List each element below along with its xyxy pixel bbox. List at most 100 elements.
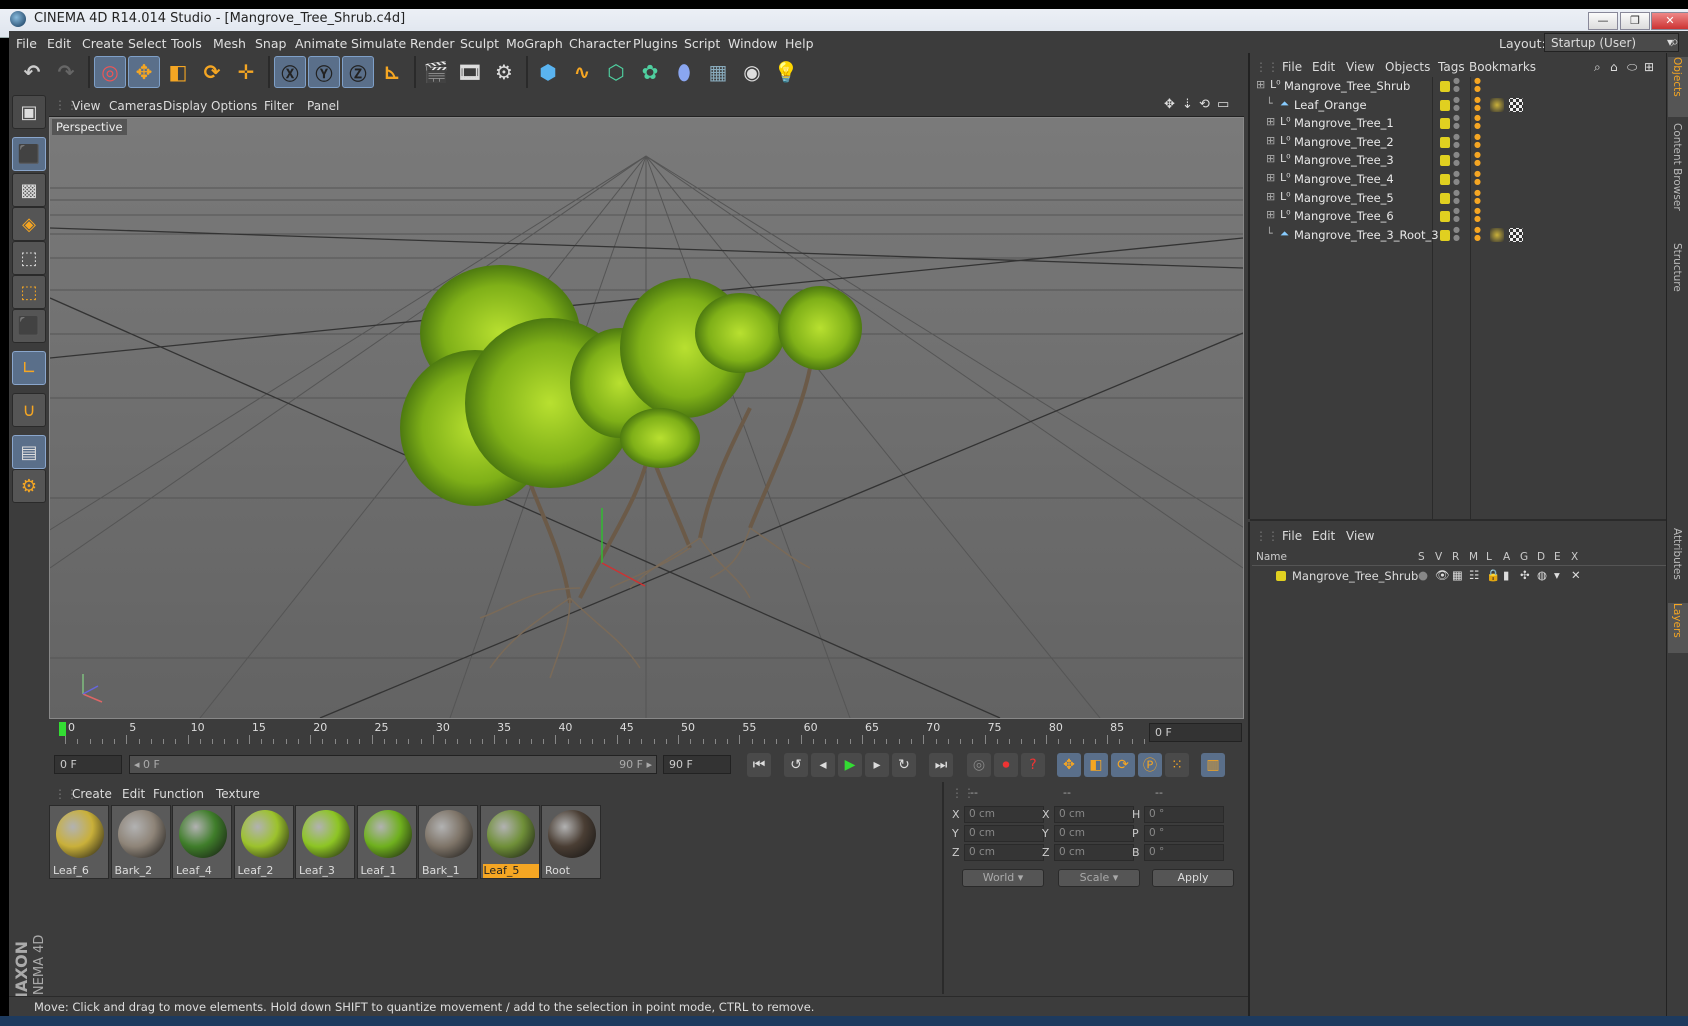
coord-value-field[interactable]: 0 cm — [964, 825, 1044, 842]
timeline-window-icon[interactable]: ▥ — [1201, 753, 1225, 777]
layer-color-indicator[interactable] — [1440, 192, 1450, 204]
coord-value-field[interactable]: 0 ° — [1144, 844, 1224, 861]
undo-icon[interactable]: ↶ — [16, 56, 48, 88]
material-menu-edit[interactable]: Edit — [122, 787, 145, 801]
viewport-maximize-icon[interactable]: ▭ — [1217, 97, 1229, 112]
object-menu-view[interactable]: View — [1346, 60, 1374, 74]
menu-simulate[interactable]: Simulate — [351, 36, 406, 51]
layer-xref-icon[interactable]: ✕ — [1571, 568, 1581, 582]
nurbs-icon[interactable]: ⬡ — [600, 56, 632, 88]
layer-color-indicator[interactable] — [1440, 99, 1450, 111]
material-swatch[interactable]: Leaf_1 — [356, 805, 417, 879]
display-tag-icon[interactable]: ● ● — [1474, 188, 1481, 205]
workplane-mode-icon[interactable]: ◈ — [12, 207, 46, 241]
coord-space-dropdown[interactable]: World ▾ — [962, 869, 1044, 887]
material-swatch[interactable]: Root — [541, 805, 601, 879]
object-row[interactable]: ⊞ L⁰ Mangrove_Tree_6 ● ● ● ● — [1252, 207, 1666, 226]
layer-color-indicator[interactable] — [1440, 229, 1450, 241]
points-mode-icon[interactable]: ⬚ — [12, 241, 46, 275]
keyframe-selection-icon[interactable]: ? — [1021, 753, 1045, 777]
object-row[interactable]: ⊞ L⁰ Mangrove_Tree_3 ● ● ● ● — [1252, 151, 1666, 170]
sculpt-grab-icon[interactable]: ⚙ — [12, 469, 46, 503]
layout-dropdown[interactable]: Startup (User) ▾ — [1544, 33, 1679, 52]
object-menu-file[interactable]: File — [1282, 60, 1302, 74]
play-icon[interactable]: ▶ — [838, 753, 862, 777]
expand-icon[interactable]: ⊞ — [1266, 152, 1275, 165]
layer-deformers-icon[interactable]: ◍ — [1537, 568, 1547, 582]
expand-icon[interactable]: ⊞ — [1266, 171, 1275, 184]
display-tag-icon[interactable]: ● ● — [1474, 151, 1481, 167]
viewport-pan-icon[interactable]: ✥ — [1164, 97, 1175, 112]
visibility-dots-icon[interactable]: ● ● — [1453, 151, 1460, 167]
key-rotation-icon[interactable]: ⟳ — [1111, 753, 1135, 777]
menu-animate[interactable]: Animate — [295, 36, 347, 51]
visibility-dots-icon[interactable]: ● ● — [1453, 95, 1460, 112]
array-icon[interactable]: ✿ — [634, 56, 666, 88]
layer-render-icon[interactable]: ▦ — [1452, 568, 1463, 582]
viewport-menu-panel[interactable]: Panel — [307, 99, 339, 113]
coordinate-system-icon[interactable]: ⊾ — [376, 56, 408, 88]
layer-row[interactable]: Mangrove_Tree_Shrub ● 👁 ▦ ☷ 🔒 ▮ ✣ ◍ ▾ ✕ — [1252, 567, 1666, 585]
live-selection-icon[interactable]: ◎ — [94, 56, 126, 88]
object-row[interactable]: └ ⏶ Mangrove_Tree_3_Root_3 ● ● ● ● — [1252, 225, 1666, 245]
layer-generators-icon[interactable]: ✣ — [1520, 568, 1530, 582]
visibility-dots-icon[interactable]: ● ● — [1453, 132, 1460, 149]
menu-tools[interactable]: Tools — [171, 36, 202, 51]
menu-edit[interactable]: Edit — [47, 36, 71, 51]
material-swatch[interactable]: Leaf_6 — [49, 805, 109, 879]
object-row[interactable]: ⊞ L⁰ Mangrove_Tree_1 ● ● ● ● — [1252, 114, 1666, 133]
y-axis-lock-icon[interactable]: Ⓨ — [308, 56, 340, 88]
material-menu-create[interactable]: Create — [72, 787, 112, 801]
recent-tool-icon[interactable]: ✛ — [230, 56, 262, 88]
layer-color-indicator[interactable] — [1440, 174, 1450, 185]
coord-value-field[interactable]: 0 ° — [1144, 806, 1224, 823]
material-menu-function[interactable]: Function — [153, 787, 204, 801]
coord-mode-dropdown[interactable]: Scale ▾ — [1058, 869, 1140, 887]
object-menu-bookmarks[interactable]: Bookmarks — [1469, 60, 1536, 74]
timeline-ruler[interactable]: 051015202530354045505560657075808590 0 F — [49, 720, 1244, 748]
object-menu-objects[interactable]: Objects — [1385, 60, 1430, 74]
menu-script[interactable]: Script — [684, 36, 720, 51]
material-swatch[interactable]: Leaf_4 — [172, 805, 232, 879]
tab-layers[interactable]: Layers — [1668, 603, 1688, 653]
texture-mode-icon[interactable]: ▩ — [12, 173, 46, 207]
go-to-previous-key-icon[interactable]: ↺ — [784, 753, 808, 777]
max-frame-field[interactable]: 90 F — [663, 755, 731, 774]
object-menu-edit[interactable]: Edit — [1312, 60, 1335, 74]
layer-color-indicator[interactable] — [1440, 211, 1450, 223]
deformer-icon[interactable]: ⬮ — [668, 56, 700, 88]
expand-icon[interactable]: ⊞ — [1256, 78, 1265, 91]
texture-tag-icon[interactable] — [1509, 227, 1523, 242]
material-swatch[interactable]: Bark_1 — [418, 805, 478, 879]
close-button[interactable]: ✕ — [1651, 12, 1688, 30]
tab-content-browser[interactable]: Content Browser — [1668, 123, 1688, 223]
object-row[interactable]: ⊞ L⁰ Mangrove_Tree_Shrub ● ● ● ● — [1252, 77, 1666, 96]
menu-mesh[interactable]: Mesh — [213, 36, 246, 51]
material-swatch[interactable]: Leaf_2 — [233, 805, 294, 879]
floor-scene-icon[interactable]: ▦ — [702, 56, 734, 88]
tab-objects[interactable]: Objects — [1668, 57, 1688, 117]
layer-color-indicator[interactable] — [1440, 118, 1450, 130]
viewport-dolly-icon[interactable]: ⇣ — [1182, 97, 1193, 112]
render-picture-viewer-icon[interactable]: 🎞 — [454, 56, 486, 88]
expand-icon[interactable]: ⊞ — [1266, 208, 1275, 221]
viewport-orbit-icon[interactable]: ⟲ — [1199, 97, 1210, 112]
expand-icon[interactable]: ⊞ — [1266, 115, 1275, 128]
autokey-icon[interactable]: ⏺ — [994, 753, 1018, 777]
record-keys-icon[interactable]: ◎ — [967, 753, 991, 777]
coord-value-field[interactable]: 0 cm — [1054, 825, 1134, 842]
material-swatch[interactable]: Leaf_3 — [295, 805, 355, 879]
snap-magnet-icon[interactable]: ∪ — [12, 393, 46, 427]
coord-value-field[interactable]: 0 cm — [1054, 806, 1134, 823]
3d-viewport[interactable]: Perspective — [49, 117, 1244, 719]
coord-value-field[interactable]: 0 ° — [1144, 825, 1224, 842]
object-menu-tags[interactable]: Tags — [1438, 60, 1465, 74]
menu-create[interactable]: Create — [82, 36, 124, 51]
timeline-end-field[interactable]: 0 F — [1149, 723, 1242, 742]
key-parameter-icon[interactable]: Ⓟ — [1138, 753, 1162, 777]
step-back-icon[interactable]: ◂ — [811, 753, 835, 777]
layer-lock-icon[interactable]: 🔒 — [1486, 568, 1500, 582]
layer-color-indicator[interactable] — [1440, 155, 1450, 167]
visibility-dots-icon[interactable]: ● ● — [1453, 77, 1460, 93]
display-tag-icon[interactable]: ● ● — [1474, 95, 1481, 112]
